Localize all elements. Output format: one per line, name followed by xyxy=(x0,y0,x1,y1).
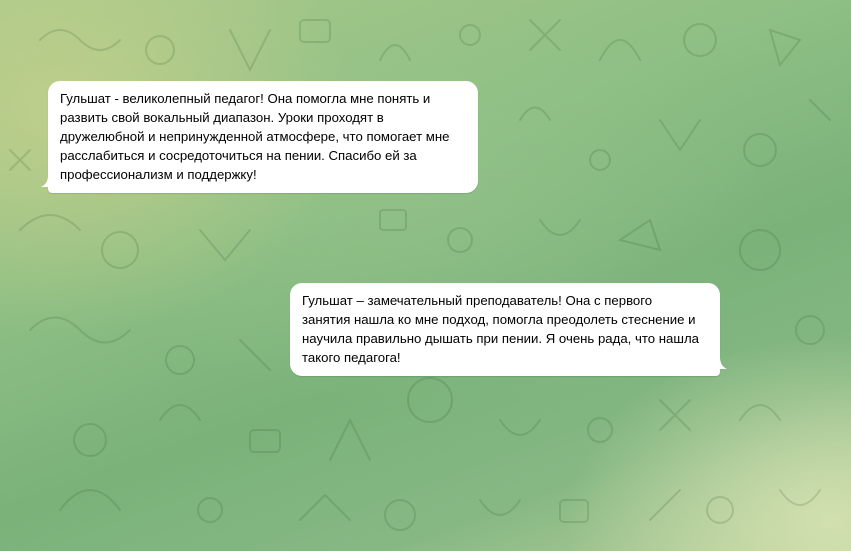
incoming-message-bubble[interactable]: Гульшат - великолепный педагог! Она помо… xyxy=(48,81,478,193)
outgoing-bubble-tail xyxy=(717,357,727,369)
chat-area: Гульшат - великолепный педагог! Она помо… xyxy=(0,0,851,551)
outgoing-message-bubble[interactable]: Гульшат – замечательный преподаватель! О… xyxy=(290,283,720,376)
